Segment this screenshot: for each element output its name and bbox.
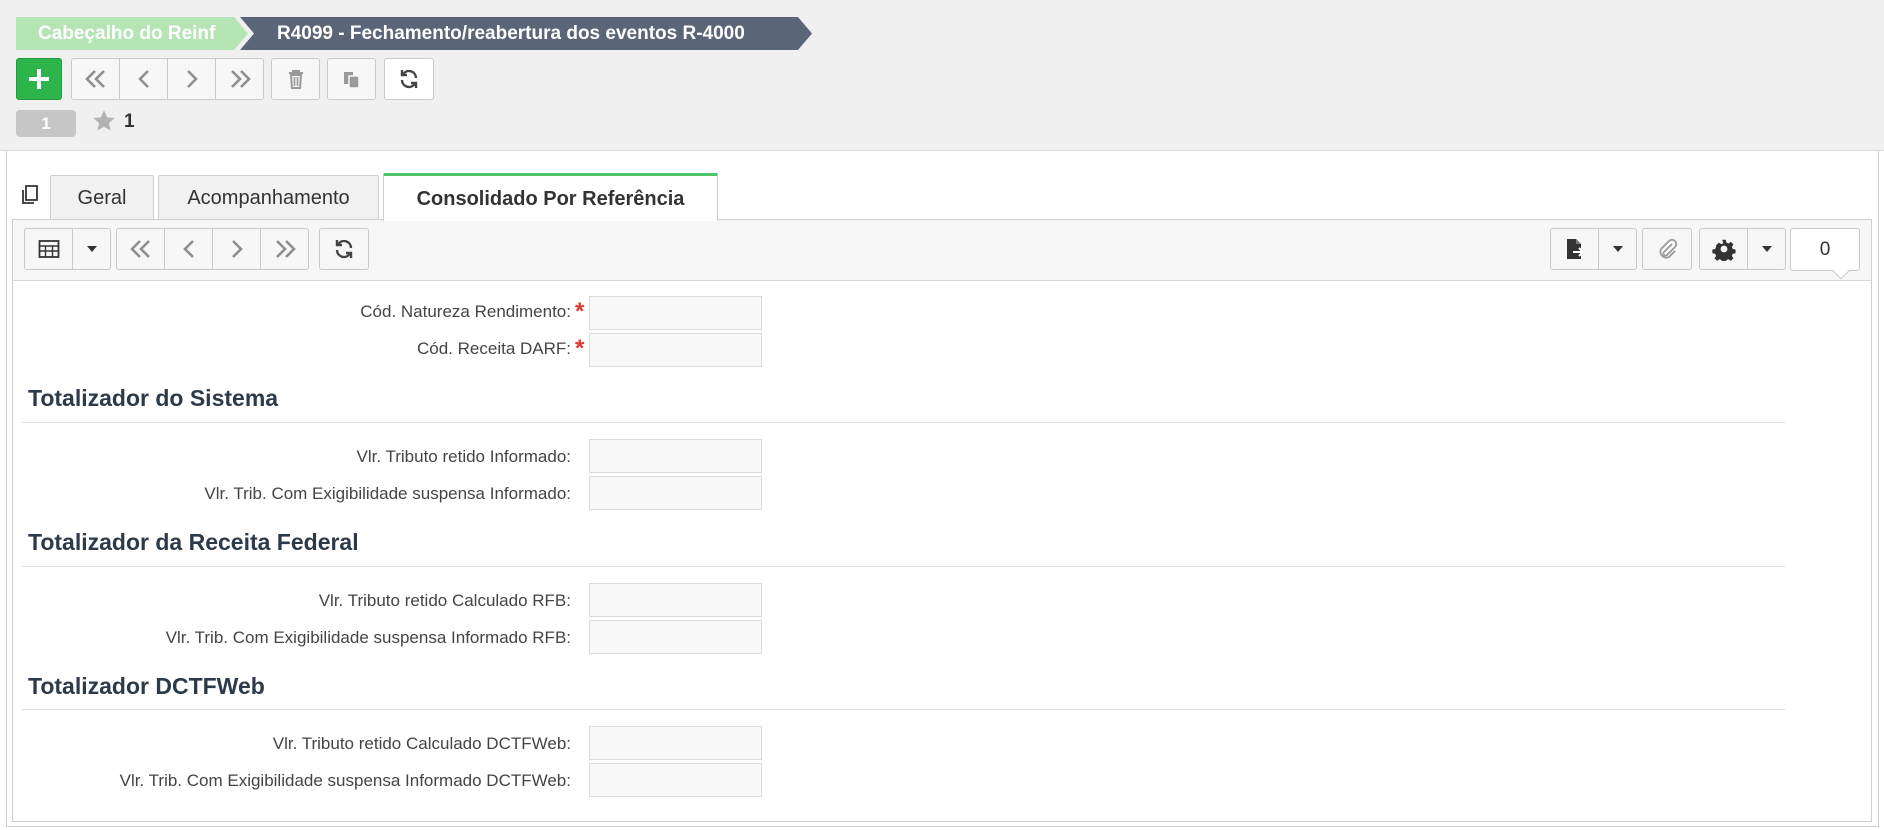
settings-group	[1699, 228, 1786, 270]
plus-icon	[29, 69, 49, 89]
copy-icon	[343, 72, 360, 89]
record-number-badge: 1	[16, 110, 76, 137]
gear-icon	[1711, 239, 1736, 261]
tab-content	[12, 219, 1872, 822]
grid-next-button[interactable]	[212, 228, 261, 270]
chevron-left-icon	[137, 70, 149, 88]
cod-natureza-rendimento-label: Cód. Natureza Rendimento:	[360, 302, 571, 321]
caret-down-icon	[1761, 246, 1772, 252]
delete-button[interactable]	[271, 58, 320, 100]
cod-natureza-rendimento-field[interactable]	[589, 296, 762, 330]
add-button[interactable]	[16, 58, 62, 100]
refresh-button[interactable]	[384, 58, 434, 100]
export-dropdown-button[interactable]	[1598, 228, 1637, 270]
vlr-tributo-retido-informado-field[interactable]	[589, 439, 762, 473]
inner-toolbar	[13, 220, 1871, 281]
required-marker: *	[575, 335, 585, 362]
previous-record-button[interactable]	[119, 58, 168, 100]
tab-geral[interactable]: Geral	[50, 175, 154, 220]
cod-receita-darf-label: Cód. Receita DARF:	[417, 339, 571, 358]
section-title-dctfweb: Totalizador DCTFWeb	[28, 673, 265, 699]
double-chevron-left-icon	[129, 240, 150, 258]
grid-navigation	[116, 228, 309, 270]
file-export-icon	[1566, 239, 1584, 259]
vlr-trib-exigibilidade-suspensa-label: Vlr. Trib. Com Exigibilidade suspensa In…	[204, 484, 571, 503]
paperclip-icon	[1659, 238, 1678, 259]
first-record-button[interactable]	[71, 58, 120, 100]
double-chevron-left-icon	[84, 70, 105, 88]
tab-acompanhamento[interactable]: Acompanhamento	[158, 175, 379, 220]
section-divider	[22, 422, 1785, 423]
section-title-receita-federal: Totalizador da Receita Federal	[28, 529, 359, 555]
vlr-tributo-retido-rfb-field[interactable]	[589, 583, 762, 617]
view-selector	[24, 228, 111, 270]
vlr-tributo-retido-dctfweb-label: Vlr. Tributo retido Calculado DCTFWeb:	[272, 734, 571, 753]
refresh-icon	[335, 239, 353, 259]
view-dropdown-button[interactable]	[72, 228, 111, 270]
chevron-left-icon	[182, 240, 194, 258]
next-record-button[interactable]	[167, 58, 216, 100]
vlr-trib-exigibilidade-dctfweb-field[interactable]	[589, 763, 762, 797]
attach-button[interactable]	[1642, 228, 1692, 270]
duplicate-button[interactable]	[327, 58, 376, 100]
favorite-count: 1	[124, 111, 135, 132]
grid-last-button[interactable]	[260, 228, 309, 270]
record-counter: 0	[1790, 228, 1860, 271]
header-area: Cabeçalho do Reinf R4099 - Fechamento/re…	[0, 0, 1884, 151]
trash-icon	[288, 70, 303, 89]
clone-icon	[22, 185, 38, 204]
section-divider	[22, 566, 1785, 567]
breadcrumb-current: R4099 - Fechamento/reabertura dos evento…	[240, 17, 812, 50]
tab-consolidado-por-referencia[interactable]: Consolidado Por Referência	[383, 173, 718, 221]
section-divider	[22, 709, 1785, 710]
vlr-trib-exigibilidade-rfb-label: Vlr. Trib. Com Exigibilidade suspensa In…	[165, 628, 571, 647]
vlr-trib-exigibilidade-dctfweb-label: Vlr. Trib. Com Exigibilidade suspensa In…	[119, 771, 571, 790]
breadcrumb-parent[interactable]: Cabeçalho do Reinf	[16, 17, 248, 50]
grid-first-button[interactable]	[116, 228, 165, 270]
favorite-star[interactable]	[91, 108, 117, 134]
cod-receita-darf-field[interactable]	[589, 333, 762, 367]
clone-tab-button[interactable]	[19, 183, 43, 207]
export-button[interactable]	[1550, 228, 1599, 270]
chevron-right-icon	[231, 240, 243, 258]
table-grid-icon	[38, 240, 59, 258]
export-group	[1550, 228, 1637, 270]
double-chevron-right-icon	[230, 70, 251, 88]
vlr-tributo-retido-rfb-label: Vlr. Tributo retido Calculado RFB:	[318, 591, 571, 610]
grid-refresh-button[interactable]	[319, 228, 369, 270]
grid-previous-button[interactable]	[164, 228, 213, 270]
last-record-button[interactable]	[215, 58, 264, 100]
refresh-icon	[400, 69, 418, 89]
vlr-trib-exigibilidade-rfb-field[interactable]	[589, 620, 762, 654]
caret-down-icon	[86, 246, 97, 252]
vlr-trib-exigibilidade-suspensa-field[interactable]	[589, 476, 762, 510]
vlr-tributo-retido-informado-label: Vlr. Tributo retido Informado:	[356, 447, 572, 466]
chevron-right-icon	[186, 70, 198, 88]
settings-button[interactable]	[1699, 228, 1748, 270]
grid-view-button[interactable]	[24, 228, 73, 270]
vlr-tributo-retido-dctfweb-field[interactable]	[589, 726, 762, 760]
settings-dropdown-button[interactable]	[1747, 228, 1786, 270]
record-navigation	[71, 58, 264, 100]
caret-down-icon	[1612, 246, 1623, 252]
double-chevron-right-icon	[275, 240, 296, 258]
required-marker: *	[575, 298, 585, 325]
section-title-sistema: Totalizador do Sistema	[28, 385, 279, 411]
star-icon	[93, 110, 115, 131]
